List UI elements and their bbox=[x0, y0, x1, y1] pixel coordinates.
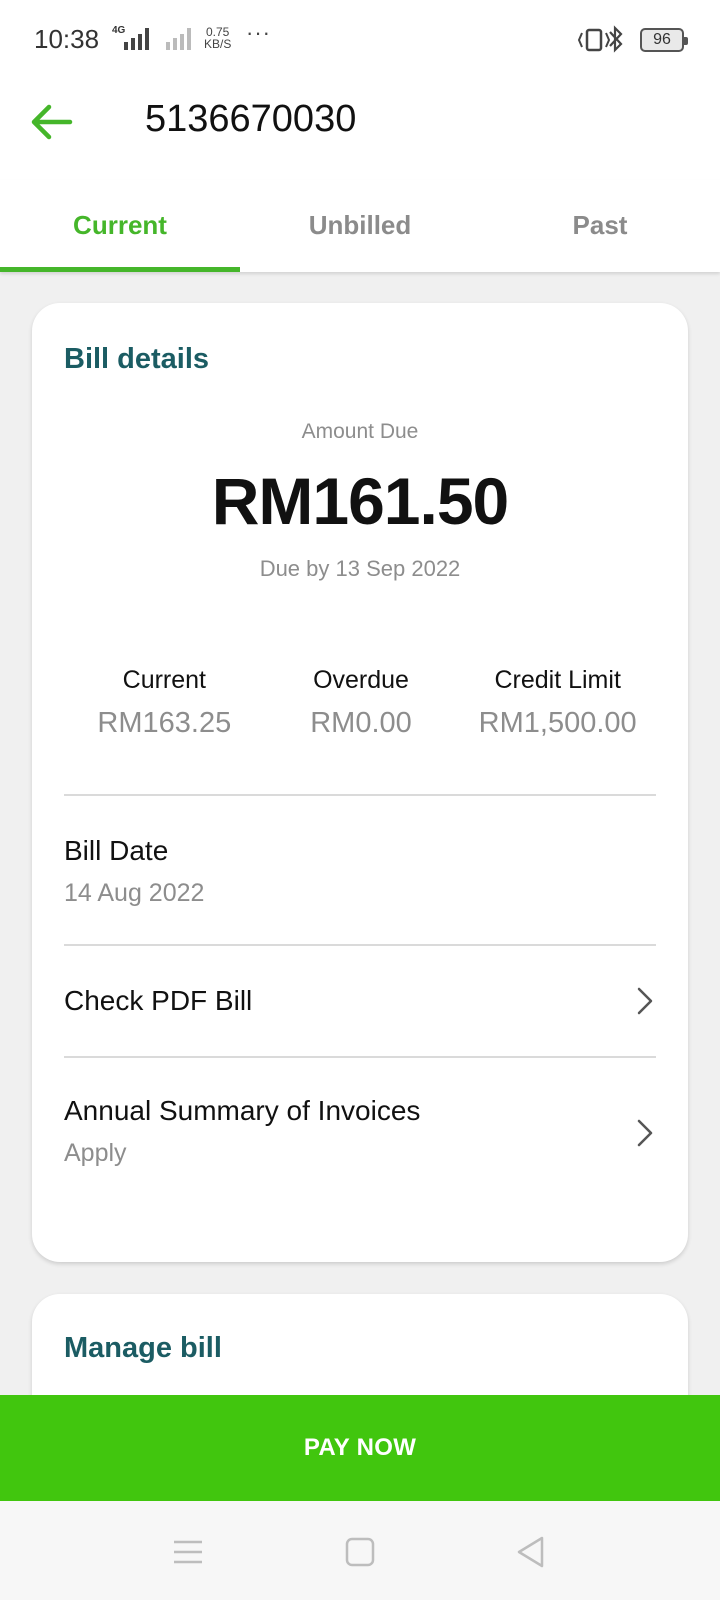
signal-icon bbox=[124, 28, 149, 50]
tab-current[interactable]: Current bbox=[0, 180, 240, 272]
system-nav-bar bbox=[0, 1501, 720, 1600]
bill-details-card: Bill details Amount Due RM161.50 Due by … bbox=[32, 303, 688, 1262]
manage-bill-heading: Manage bill bbox=[64, 1332, 222, 1364]
battery-icon: 96 bbox=[640, 28, 688, 52]
divider bbox=[64, 794, 656, 796]
back-triangle-icon[interactable] bbox=[514, 1535, 548, 1569]
stat-overdue-value: RM0.00 bbox=[310, 707, 412, 739]
bill-tabs: Current Unbilled Past bbox=[0, 180, 720, 272]
back-arrow-icon[interactable] bbox=[26, 96, 78, 148]
stat-credit-limit-label: Credit Limit bbox=[494, 666, 621, 694]
bill-stats: Current RM163.25 Overdue RM0.00 Credit L… bbox=[66, 666, 656, 740]
amount-due-value: RM161.50 bbox=[211, 464, 510, 538]
overflow-dots-icon: ··· bbox=[246, 20, 271, 45]
battery-level: 96 bbox=[653, 31, 671, 48]
bill-date-label: Bill Date bbox=[64, 835, 169, 866]
bill-date-row: Bill Date 14 Aug 2022 bbox=[64, 835, 656, 908]
stat-credit-limit-value: RM1,500.00 bbox=[478, 707, 637, 739]
tab-unbilled[interactable]: Unbilled bbox=[240, 180, 480, 272]
amount-due-label: Amount Due bbox=[301, 420, 419, 443]
app-bar: 5136670030 bbox=[0, 80, 720, 180]
bill-details-heading: Bill details bbox=[64, 343, 210, 375]
stat-credit-limit: Credit Limit RM1,500.00 bbox=[459, 666, 656, 740]
annual-summary-apply: Apply bbox=[64, 1139, 127, 1167]
menu-icon[interactable] bbox=[171, 1535, 205, 1569]
bill-date-value: 14 Aug 2022 bbox=[64, 879, 205, 907]
bluetooth-icon bbox=[609, 25, 623, 53]
annual-summary-label: Annual Summary of Invoices bbox=[64, 1095, 421, 1126]
home-square-icon[interactable] bbox=[343, 1535, 377, 1569]
signal-no-service-icon bbox=[166, 28, 191, 50]
annual-summary-row[interactable]: Annual Summary of Invoices Apply bbox=[64, 1058, 656, 1208]
stat-current: Current RM163.25 bbox=[66, 666, 263, 740]
network-speed-unit: KB/S bbox=[204, 37, 232, 51]
network-speed: 0.75 KB/S bbox=[204, 26, 231, 50]
chevron-right-icon bbox=[637, 987, 653, 1015]
check-pdf-bill-label: Check PDF Bill bbox=[64, 985, 253, 1016]
status-bar: 10:38 4G 0.75 KB/S ··· 96 bbox=[0, 0, 720, 80]
chevron-right-icon bbox=[637, 1119, 653, 1147]
stat-overdue-label: Overdue bbox=[313, 666, 409, 694]
tab-past[interactable]: Past bbox=[480, 180, 720, 272]
annual-summary-text: Annual Summary of Invoices Apply bbox=[64, 1095, 420, 1168]
status-time: 10:38 bbox=[34, 24, 100, 54]
stat-current-label: Current bbox=[122, 666, 207, 694]
stat-overdue: Overdue RM0.00 bbox=[263, 666, 460, 740]
stat-current-value: RM163.25 bbox=[97, 707, 232, 739]
due-date-text: Due by 13 Sep 2022 bbox=[259, 556, 461, 581]
check-pdf-bill-row[interactable]: Check PDF Bill bbox=[64, 946, 656, 1056]
pay-now-button[interactable]: PAY NOW bbox=[0, 1395, 720, 1501]
page-title: 5136670030 bbox=[145, 98, 357, 140]
